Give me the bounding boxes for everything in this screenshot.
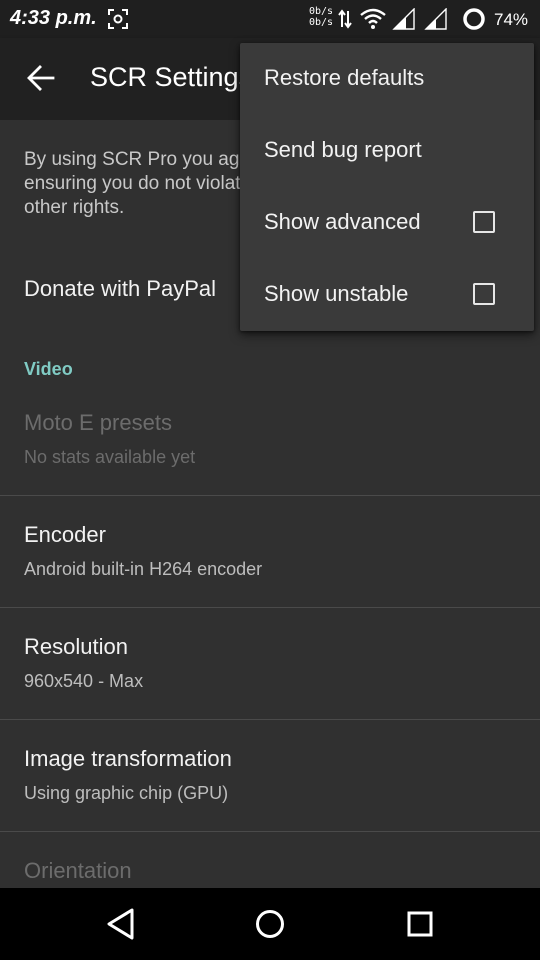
nav-home-icon (256, 910, 284, 938)
video-section-header: Video (24, 359, 73, 379)
nav-back-button[interactable] (104, 906, 138, 942)
show-unstable-checkbox[interactable] (473, 283, 495, 305)
pref-summary: Using graphic chip (GPU) (24, 783, 229, 803)
pref-title: Image transformation (24, 746, 232, 771)
donate-paypal-label: Donate with PayPal (24, 276, 216, 301)
menu-item-show-advanced[interactable]: Show advanced (240, 187, 534, 259)
net-speed-down: 0b/s (309, 17, 334, 28)
page-title: SCR Settings (90, 62, 253, 92)
pref-resolution[interactable]: Resolution 960x540 - Max (0, 608, 540, 720)
net-speed-up: 0b/s (309, 6, 334, 17)
status-bar: 4:33 p.m. 0b/s 0b/s 74% (0, 0, 540, 38)
system-nav-bar (0, 888, 540, 960)
pref-orientation: Orientation (0, 832, 540, 888)
nav-recents-icon (407, 911, 433, 937)
screen: 4:33 p.m. 0b/s 0b/s 74% SCR Settings By … (0, 0, 540, 960)
menu-item-label: Show advanced (264, 209, 421, 234)
show-advanced-checkbox[interactable] (473, 211, 495, 233)
battery-percent: 74% (494, 10, 529, 29)
signal-icon (392, 7, 416, 30)
signal-icon (424, 7, 448, 30)
pref-summary: No stats available yet (24, 447, 196, 467)
net-speed: 0b/s 0b/s (309, 6, 333, 28)
wifi-icon (360, 8, 386, 30)
pref-title: Moto E presets (24, 410, 172, 435)
battery-ring-icon (462, 7, 486, 31)
pref-summary: 960x540 - Max (24, 671, 144, 691)
overflow-menu: Restore defaults Send bug report Show ad… (240, 43, 534, 331)
nav-home-button[interactable] (254, 908, 286, 940)
pref-summary: Android built-in H264 encoder (24, 559, 263, 579)
status-time: 4:33 p.m. (10, 7, 97, 29)
pref-title: Orientation (24, 858, 132, 883)
menu-item-send-bug-report[interactable]: Send bug report (240, 115, 534, 187)
menu-item-label: Send bug report (264, 137, 422, 162)
pref-image-transformation[interactable]: Image transformation Using graphic chip … (0, 720, 540, 832)
menu-item-show-unstable[interactable]: Show unstable (240, 259, 534, 331)
screenshot-icon (108, 9, 128, 29)
pref-encoder[interactable]: Encoder Android built-in H264 encoder (0, 496, 540, 608)
pref-title: Encoder (24, 522, 106, 547)
data-updown-icon (338, 9, 352, 29)
menu-item-restore-defaults[interactable]: Restore defaults (240, 43, 534, 115)
menu-item-label: Restore defaults (264, 65, 425, 90)
menu-item-label: Show unstable (264, 281, 409, 306)
nav-back-icon (107, 908, 134, 940)
nav-recents-button[interactable] (406, 910, 434, 938)
pref-title: Resolution (24, 634, 128, 659)
pref-moto-e-presets: Moto E presets No stats available yet (0, 384, 540, 496)
arrow-back-icon (27, 65, 55, 91)
back-button[interactable] (20, 58, 64, 98)
